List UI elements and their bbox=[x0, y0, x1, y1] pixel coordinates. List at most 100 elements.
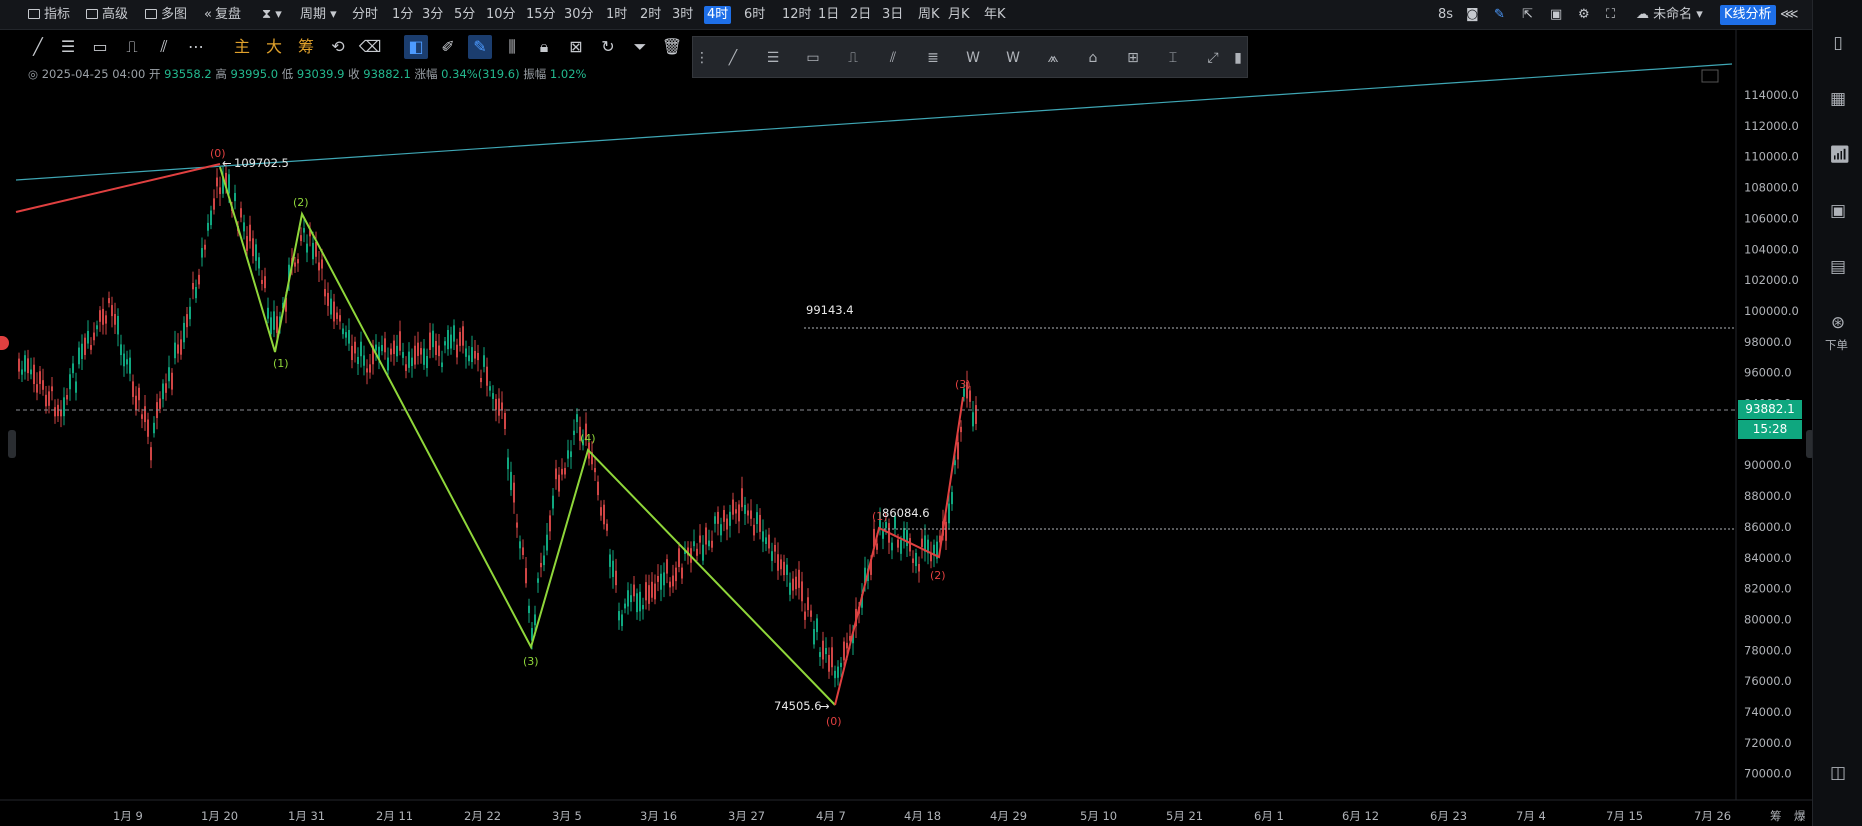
candle-body bbox=[681, 567, 683, 579]
order-icon[interactable]: ⊛ bbox=[1829, 314, 1847, 332]
candle-body bbox=[957, 442, 959, 460]
candle-body bbox=[897, 539, 899, 548]
refresh-rate[interactable]: 8s bbox=[1438, 6, 1453, 24]
interval-4[interactable]: 10分 bbox=[486, 6, 516, 24]
multi-chart-button[interactable]: 多图 bbox=[145, 6, 187, 24]
candle-body bbox=[915, 552, 917, 567]
interval-9[interactable]: 3时 bbox=[672, 6, 693, 24]
candle-body bbox=[540, 562, 542, 568]
camera-icon[interactable]: ◙ bbox=[1466, 6, 1479, 24]
interval-10[interactable]: 4时 bbox=[704, 6, 732, 24]
interval-15[interactable]: 3日 bbox=[882, 6, 903, 24]
wave-label-green: (2) bbox=[293, 196, 309, 209]
candle-body bbox=[318, 262, 320, 271]
candle-body bbox=[93, 332, 95, 341]
data-icon[interactable]: ▤ bbox=[1829, 258, 1847, 276]
interval-13[interactable]: 1日 bbox=[818, 6, 839, 24]
candle-body bbox=[423, 348, 425, 365]
elliott-wave-red[interactable] bbox=[834, 396, 964, 706]
candle-body bbox=[726, 518, 728, 530]
price-chart[interactable]: (1) (2) (3) (4) (0) (1) (2) (3) (0) ← 10… bbox=[0, 30, 1812, 826]
share-icon[interactable]: ⇱ bbox=[1522, 6, 1533, 24]
layout-panel-icon[interactable]: ◫ bbox=[1829, 764, 1847, 782]
chart-panel-icon[interactable]: ▣ bbox=[1829, 202, 1847, 220]
price-tick-label: 84000.0 bbox=[1744, 551, 1792, 565]
candle-body bbox=[258, 257, 260, 269]
candle-body bbox=[834, 670, 836, 679]
candle-body bbox=[426, 355, 428, 369]
candle-body bbox=[390, 348, 392, 355]
fullscreen-icon[interactable]: ⛶ bbox=[1606, 6, 1615, 24]
candle-body bbox=[534, 614, 536, 626]
time-axis-extra[interactable]: 爆 bbox=[1794, 809, 1806, 823]
candle-body bbox=[315, 241, 317, 257]
share-network-icon[interactable]: ⋘ bbox=[1780, 6, 1799, 24]
period-dropdown[interactable]: 周期 ▾ bbox=[300, 6, 337, 24]
candle-body bbox=[513, 482, 515, 503]
save-icon[interactable]: ▣ bbox=[1550, 6, 1562, 24]
price-tick-label: 100000.0 bbox=[1744, 304, 1799, 318]
interval-2[interactable]: 3分 bbox=[422, 6, 443, 24]
interval-16[interactable]: 周K bbox=[918, 6, 940, 24]
interval-12[interactable]: 12时 bbox=[782, 6, 812, 24]
candle-body bbox=[717, 511, 719, 524]
candle-body bbox=[111, 305, 113, 317]
interval-0[interactable]: 分时 bbox=[352, 6, 378, 24]
candle-body bbox=[366, 368, 368, 373]
red-trend-line[interactable] bbox=[15, 163, 221, 213]
candle-body bbox=[447, 329, 449, 350]
interval-6[interactable]: 30分 bbox=[564, 6, 594, 24]
calculator-icon[interactable]: ▦ bbox=[1829, 90, 1847, 108]
interval-5[interactable]: 15分 bbox=[526, 6, 556, 24]
candle-body bbox=[249, 224, 251, 242]
candle-body bbox=[399, 331, 401, 351]
interval-14[interactable]: 2日 bbox=[850, 6, 871, 24]
candle-body bbox=[240, 208, 242, 218]
candle-body bbox=[741, 488, 743, 508]
interval-17[interactable]: 月K bbox=[948, 6, 970, 24]
candle-body bbox=[21, 369, 23, 375]
chart-corner-icon[interactable] bbox=[1701, 69, 1719, 83]
candle-body bbox=[201, 248, 203, 258]
replay-button[interactable]: «复盘 bbox=[204, 6, 241, 24]
candle-body bbox=[48, 391, 50, 406]
interval-18[interactable]: 年K bbox=[984, 6, 1006, 24]
candle-body bbox=[756, 512, 758, 524]
candle-body bbox=[603, 504, 605, 525]
candle-body bbox=[336, 312, 338, 319]
candle-body bbox=[465, 348, 467, 357]
order-label[interactable]: 下单 bbox=[1825, 337, 1848, 353]
interval-7[interactable]: 1时 bbox=[606, 6, 627, 24]
candle-body bbox=[144, 406, 146, 423]
chart-type-button[interactable]: ⧗ ▾ bbox=[262, 6, 282, 24]
analytics-icon[interactable]: 📶︎ bbox=[1829, 146, 1851, 164]
candle-body bbox=[357, 356, 359, 365]
time-axis-extra[interactable]: 筹 bbox=[1770, 809, 1782, 823]
candle-body bbox=[204, 244, 206, 250]
price-tick-label: 96000.0 bbox=[1744, 366, 1792, 380]
kline-analysis-button[interactable]: K线分析 bbox=[1720, 5, 1776, 25]
interval-11[interactable]: 6时 bbox=[744, 6, 765, 24]
interval-3[interactable]: 5分 bbox=[454, 6, 475, 24]
candle-body bbox=[561, 468, 563, 475]
candle-body bbox=[543, 555, 545, 566]
candle-body bbox=[624, 603, 626, 609]
candle-body bbox=[321, 259, 323, 269]
candle-body bbox=[969, 390, 971, 402]
interval-1[interactable]: 1分 bbox=[392, 6, 413, 24]
layout-name-dropdown[interactable]: ☁ 未命名 ▾ bbox=[1636, 6, 1703, 24]
advanced-button[interactable]: 高级 bbox=[86, 6, 128, 24]
candle-body bbox=[504, 412, 506, 430]
candle-body bbox=[537, 578, 539, 583]
settings-icon[interactable]: ⚙ bbox=[1578, 6, 1590, 24]
candle-body bbox=[435, 341, 437, 355]
left-scroll-handle[interactable] bbox=[8, 430, 16, 458]
interval-8[interactable]: 2时 bbox=[640, 6, 661, 24]
pen-icon[interactable]: ✎ bbox=[1494, 6, 1505, 24]
candle-body bbox=[147, 419, 149, 437]
watchlist-icon[interactable]: ▯ bbox=[1829, 34, 1847, 52]
indicators-button[interactable]: 指标 bbox=[28, 6, 70, 24]
candle-body bbox=[267, 307, 269, 319]
candle-body bbox=[198, 274, 200, 285]
candle-body bbox=[60, 410, 62, 417]
